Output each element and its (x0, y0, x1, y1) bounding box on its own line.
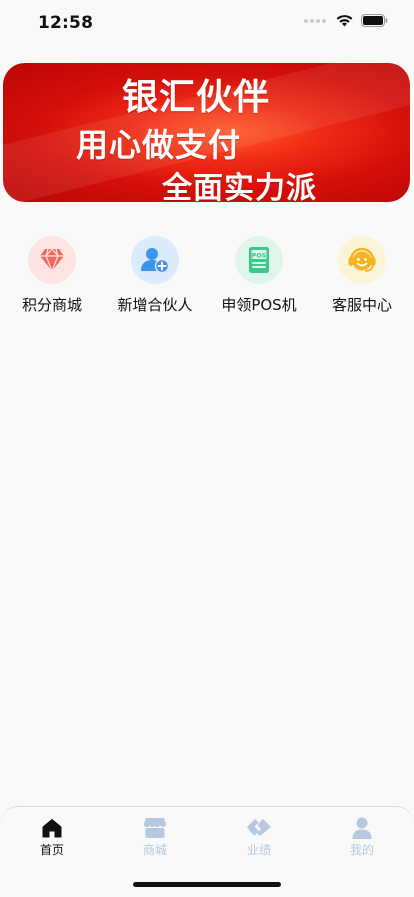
banner-title: 银汇伙伴 (122, 77, 271, 118)
tab-mine[interactable]: 我的 (310, 817, 414, 858)
tab-store[interactable]: 商城 (103, 817, 207, 858)
add-user-icon (141, 248, 170, 274)
person-icon (352, 817, 372, 839)
cellular-signal-icon (304, 18, 326, 23)
tab-label: 我的 (349, 843, 374, 857)
quick-entry-points-mall[interactable]: 积分商城 (0, 236, 104, 320)
status-time: 12:58 (38, 13, 94, 33)
quick-entry-new-partner[interactable]: 新增合伙人 (103, 236, 207, 320)
home-icon (42, 819, 62, 838)
quick-entry-label: 客服中心 (331, 296, 392, 314)
quick-entry-apply-pos[interactable]: POS 申领POS机 (207, 236, 311, 320)
battery-icon (361, 14, 388, 27)
store-icon (144, 818, 166, 838)
quick-entry-customer-service[interactable]: 客服中心 (310, 236, 414, 320)
quick-entry-label: 申领POS机 (221, 296, 297, 314)
handshake-icon (247, 819, 271, 836)
customer-service-icon-circle (338, 236, 386, 284)
tab-label: 业绩 (246, 843, 271, 857)
customer-service-icon (348, 247, 376, 272)
wifi-icon (336, 15, 353, 27)
points-mall-icon-circle (28, 236, 76, 284)
diamond-icon (40, 248, 64, 272)
tab-label: 商城 (142, 843, 167, 857)
banner-slogan-1: 用心做支付 (76, 126, 242, 164)
quick-entry-label: 积分商城 (21, 296, 82, 314)
apply-pos-icon-circle: POS (235, 236, 283, 284)
new-partner-icon-circle (131, 236, 179, 284)
banner-slogan-2: 全面实力派 (162, 171, 317, 206)
status-bar: 12:58 (0, 0, 414, 48)
tab-home[interactable]: 首页 (0, 817, 104, 858)
home-indicator[interactable] (133, 882, 281, 887)
tab-performance[interactable]: 业绩 (207, 817, 311, 858)
tab-label: 首页 (39, 843, 64, 857)
pos-icon: POS (249, 247, 269, 273)
svg-text:POS: POS (252, 251, 267, 259)
quick-entry-label: 新增合伙人 (117, 296, 193, 314)
status-icons (304, 14, 388, 27)
